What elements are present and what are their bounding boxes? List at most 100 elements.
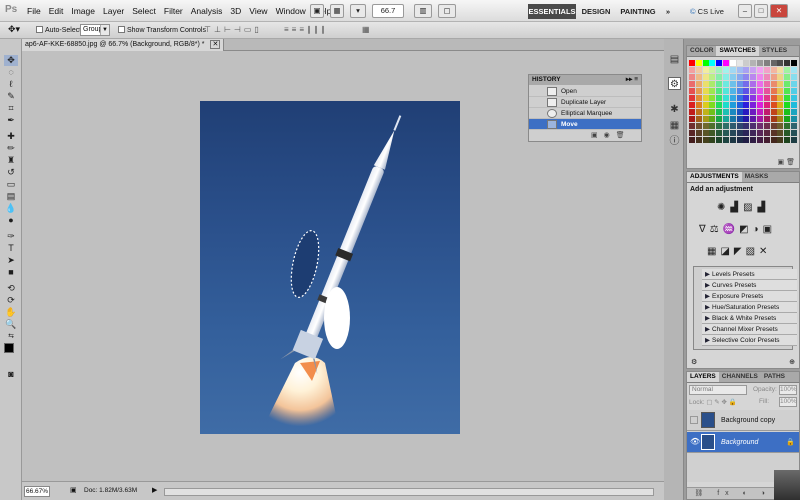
eyedropper-tool-icon[interactable]: ✒	[4, 115, 18, 126]
color-swatch[interactable]	[695, 60, 702, 66]
color-swatch[interactable]	[757, 130, 763, 136]
launch-minibridge-button[interactable]: ▦	[330, 4, 344, 18]
color-swatch[interactable]	[757, 109, 763, 115]
blend-mode-dropdown[interactable]: Normal	[689, 385, 747, 395]
swatches-footer-icons[interactable]: ▣ 🗑	[778, 158, 795, 166]
color-swatch[interactable]	[709, 60, 716, 66]
color-swatch[interactable]	[716, 109, 723, 115]
color-swatch[interactable]	[695, 130, 702, 136]
launch-bridge-button[interactable]: ▣	[310, 4, 324, 18]
color-swatch[interactable]	[695, 81, 702, 87]
auto-select-dropdown[interactable]: Group ▼	[80, 24, 110, 36]
color-swatch[interactable]	[777, 81, 784, 87]
color-swatch[interactable]	[736, 81, 743, 87]
color-swatch[interactable]	[791, 95, 797, 101]
color-swatch[interactable]	[736, 137, 743, 143]
color-swatch[interactable]	[743, 109, 750, 115]
crop-tool-icon[interactable]: ⌗	[4, 103, 18, 114]
color-swatch[interactable]	[743, 60, 750, 66]
adjustment-icons-row-1[interactable]: ✺▟▨▟	[717, 202, 770, 213]
shape-tool-icon[interactable]: ■	[4, 267, 18, 278]
color-swatch[interactable]	[763, 130, 770, 136]
color-swatch[interactable]	[716, 67, 723, 73]
preset-black-white[interactable]: ▶ Black & White Presets	[702, 313, 797, 324]
color-swatch[interactable]	[750, 109, 757, 115]
menu-filter[interactable]: Filter	[164, 6, 183, 16]
menu-file[interactable]: File	[27, 6, 41, 16]
color-swatch[interactable]	[689, 88, 695, 94]
adjustments-footer-icon[interactable]: ⚙	[691, 358, 697, 366]
color-swatch[interactable]	[689, 109, 695, 115]
color-swatch[interactable]	[723, 81, 729, 87]
history-panel-icon[interactable]: ▤	[668, 53, 681, 66]
adjustments-clip-icon[interactable]: ⊕	[789, 358, 795, 366]
status-icon[interactable]: ▣	[70, 486, 77, 494]
preset-levels[interactable]: ▶ Levels Presets	[702, 269, 797, 280]
color-swatch[interactable]	[716, 137, 723, 143]
zoom-level-field[interactable]: 66.7	[372, 4, 404, 18]
actions-panel-icon[interactable]: ⚙	[668, 77, 681, 90]
color-swatch[interactable]	[729, 74, 736, 80]
color-swatch[interactable]	[784, 60, 791, 66]
color-swatch[interactable]	[757, 74, 763, 80]
color-swatch[interactable]	[784, 123, 791, 129]
tab-layers[interactable]: LAYERS	[687, 372, 719, 382]
color-swatch[interactable]	[716, 81, 723, 87]
color-swatch[interactable]	[709, 67, 716, 73]
foreground-color-swatch[interactable]	[4, 343, 14, 353]
color-swatch[interactable]	[716, 60, 723, 66]
color-swatch[interactable]	[689, 102, 695, 108]
menu-image[interactable]: Image	[71, 6, 95, 16]
color-swatch[interactable]	[716, 123, 723, 129]
color-swatch[interactable]	[716, 130, 723, 136]
color-swatch[interactable]	[702, 95, 709, 101]
color-swatch[interactable]	[770, 60, 777, 66]
align-icons[interactable]: ⊤⊥⊢⊣▭▯	[204, 25, 262, 34]
color-swatch[interactable]	[750, 130, 757, 136]
color-swatch[interactable]	[702, 116, 709, 122]
color-swatch[interactable]	[736, 74, 743, 80]
pen-tool-icon[interactable]: ✑	[4, 231, 18, 242]
color-swatch[interactable]	[709, 102, 716, 108]
visibility-toggle[interactable]	[690, 416, 698, 424]
menu-select[interactable]: Select	[132, 6, 156, 16]
color-swatch[interactable]	[750, 116, 757, 122]
color-swatch[interactable]	[763, 74, 770, 80]
color-swatch[interactable]	[736, 123, 743, 129]
color-swatch[interactable]	[750, 137, 757, 143]
color-swatch[interactable]	[736, 95, 743, 101]
color-swatch[interactable]	[729, 137, 736, 143]
move-tool-icon[interactable]: ✥	[4, 55, 18, 66]
color-swatch[interactable]	[723, 109, 729, 115]
history-state-duplicate-layer[interactable]: Duplicate Layer	[529, 97, 641, 108]
color-swatch[interactable]	[743, 81, 750, 87]
color-swatch[interactable]	[689, 116, 695, 122]
color-swatch[interactable]	[784, 102, 791, 108]
document-tab[interactable]: ap6-AF-KKE-68850.jpg @ 66.7% (Background…	[22, 39, 225, 51]
color-swatch[interactable]	[723, 123, 729, 129]
color-swatch[interactable]	[750, 102, 757, 108]
color-swatch[interactable]	[723, 88, 729, 94]
color-swatch[interactable]	[770, 116, 777, 122]
color-swatch[interactable]	[709, 116, 716, 122]
color-swatch[interactable]	[716, 88, 723, 94]
color-swatch[interactable]	[723, 95, 729, 101]
color-swatch[interactable]	[784, 74, 791, 80]
color-swatch[interactable]	[784, 67, 791, 73]
color-swatch[interactable]	[750, 67, 757, 73]
opacity-field[interactable]: 100%	[779, 385, 797, 395]
color-swatch[interactable]	[750, 95, 757, 101]
menu-analysis[interactable]: Analysis	[191, 6, 223, 16]
maximize-button[interactable]: □	[754, 4, 768, 18]
color-swatch[interactable]	[736, 60, 743, 66]
color-swatch[interactable]	[777, 130, 784, 136]
color-swatch[interactable]	[750, 123, 757, 129]
swatch-grid[interactable]	[689, 60, 799, 156]
color-swatch[interactable]	[709, 95, 716, 101]
color-swatch[interactable]	[729, 81, 736, 87]
eye-icon[interactable]: 👁	[690, 438, 700, 446]
color-swatch[interactable]	[770, 130, 777, 136]
preset-exposure[interactable]: ▶ Exposure Presets	[702, 291, 797, 302]
preset-curves[interactable]: ▶ Curves Presets	[702, 280, 797, 291]
swap-colors-icon[interactable]: ⇆	[4, 331, 18, 342]
